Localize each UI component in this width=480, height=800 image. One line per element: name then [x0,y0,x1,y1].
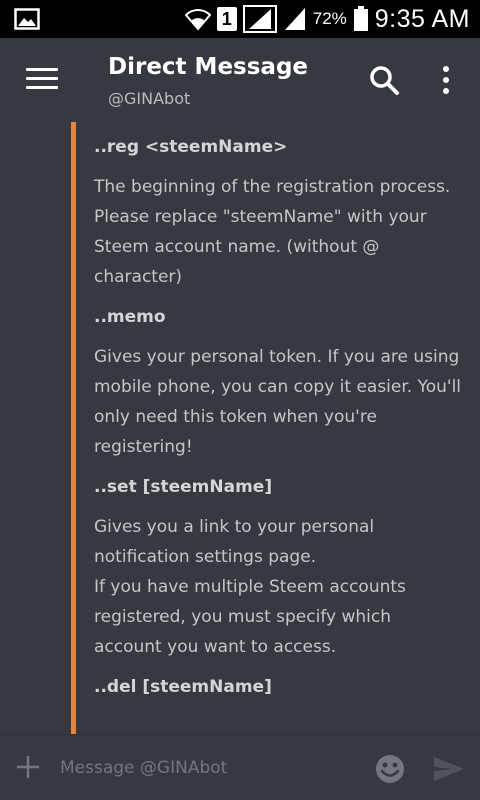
command-description: Gives your personal token. If you are us… [94,347,462,457]
battery-percent: 72% [312,9,347,28]
plus-icon[interactable] [14,753,42,781]
command-name: ..set [steemName] [94,477,273,497]
command-name: ..memo [94,307,166,327]
help-entry: ..set [steemName] Gives you a link to yo… [94,472,464,662]
page-subtitle: @GINAbot [108,89,191,108]
help-entry: ..memo Gives your personal token. If you… [94,302,464,462]
command-name: ..del [steemName] [94,677,272,697]
search-icon[interactable] [368,64,400,96]
more-vertical-icon[interactable] [434,64,458,96]
sim-slot-badge: 1 [216,7,237,31]
app-header: Direct Message @GINAbot [0,38,480,122]
page-title: Direct Message [108,54,309,80]
command-description: The beginning of the registration proces… [94,177,451,287]
status-bar: 1 72% 9:35 AM [0,0,480,38]
command-name: ..reg <steemName> [94,137,288,157]
battery-icon [353,6,368,31]
embed-accent-bar [71,122,76,734]
signal-icon [242,5,277,33]
wifi-icon [184,9,211,31]
message-list[interactable]: ..reg <steemName> The beginning of the r… [0,122,480,734]
signal-2-icon [284,8,305,30]
send-icon[interactable] [432,755,466,783]
message-input[interactable] [60,753,360,783]
clock: 9:35 AM [374,4,470,33]
message-composer [0,734,480,800]
command-description: Gives you a link to your personal notifi… [94,517,406,657]
bot-help-embed: ..reg <steemName> The beginning of the r… [94,132,464,712]
help-entry: ..reg <steemName> The beginning of the r… [94,132,464,292]
help-entry: ..del [steemName] [94,672,464,702]
hamburger-menu-icon[interactable] [26,68,58,92]
emoji-icon[interactable] [374,753,406,785]
gallery-icon [14,8,40,30]
